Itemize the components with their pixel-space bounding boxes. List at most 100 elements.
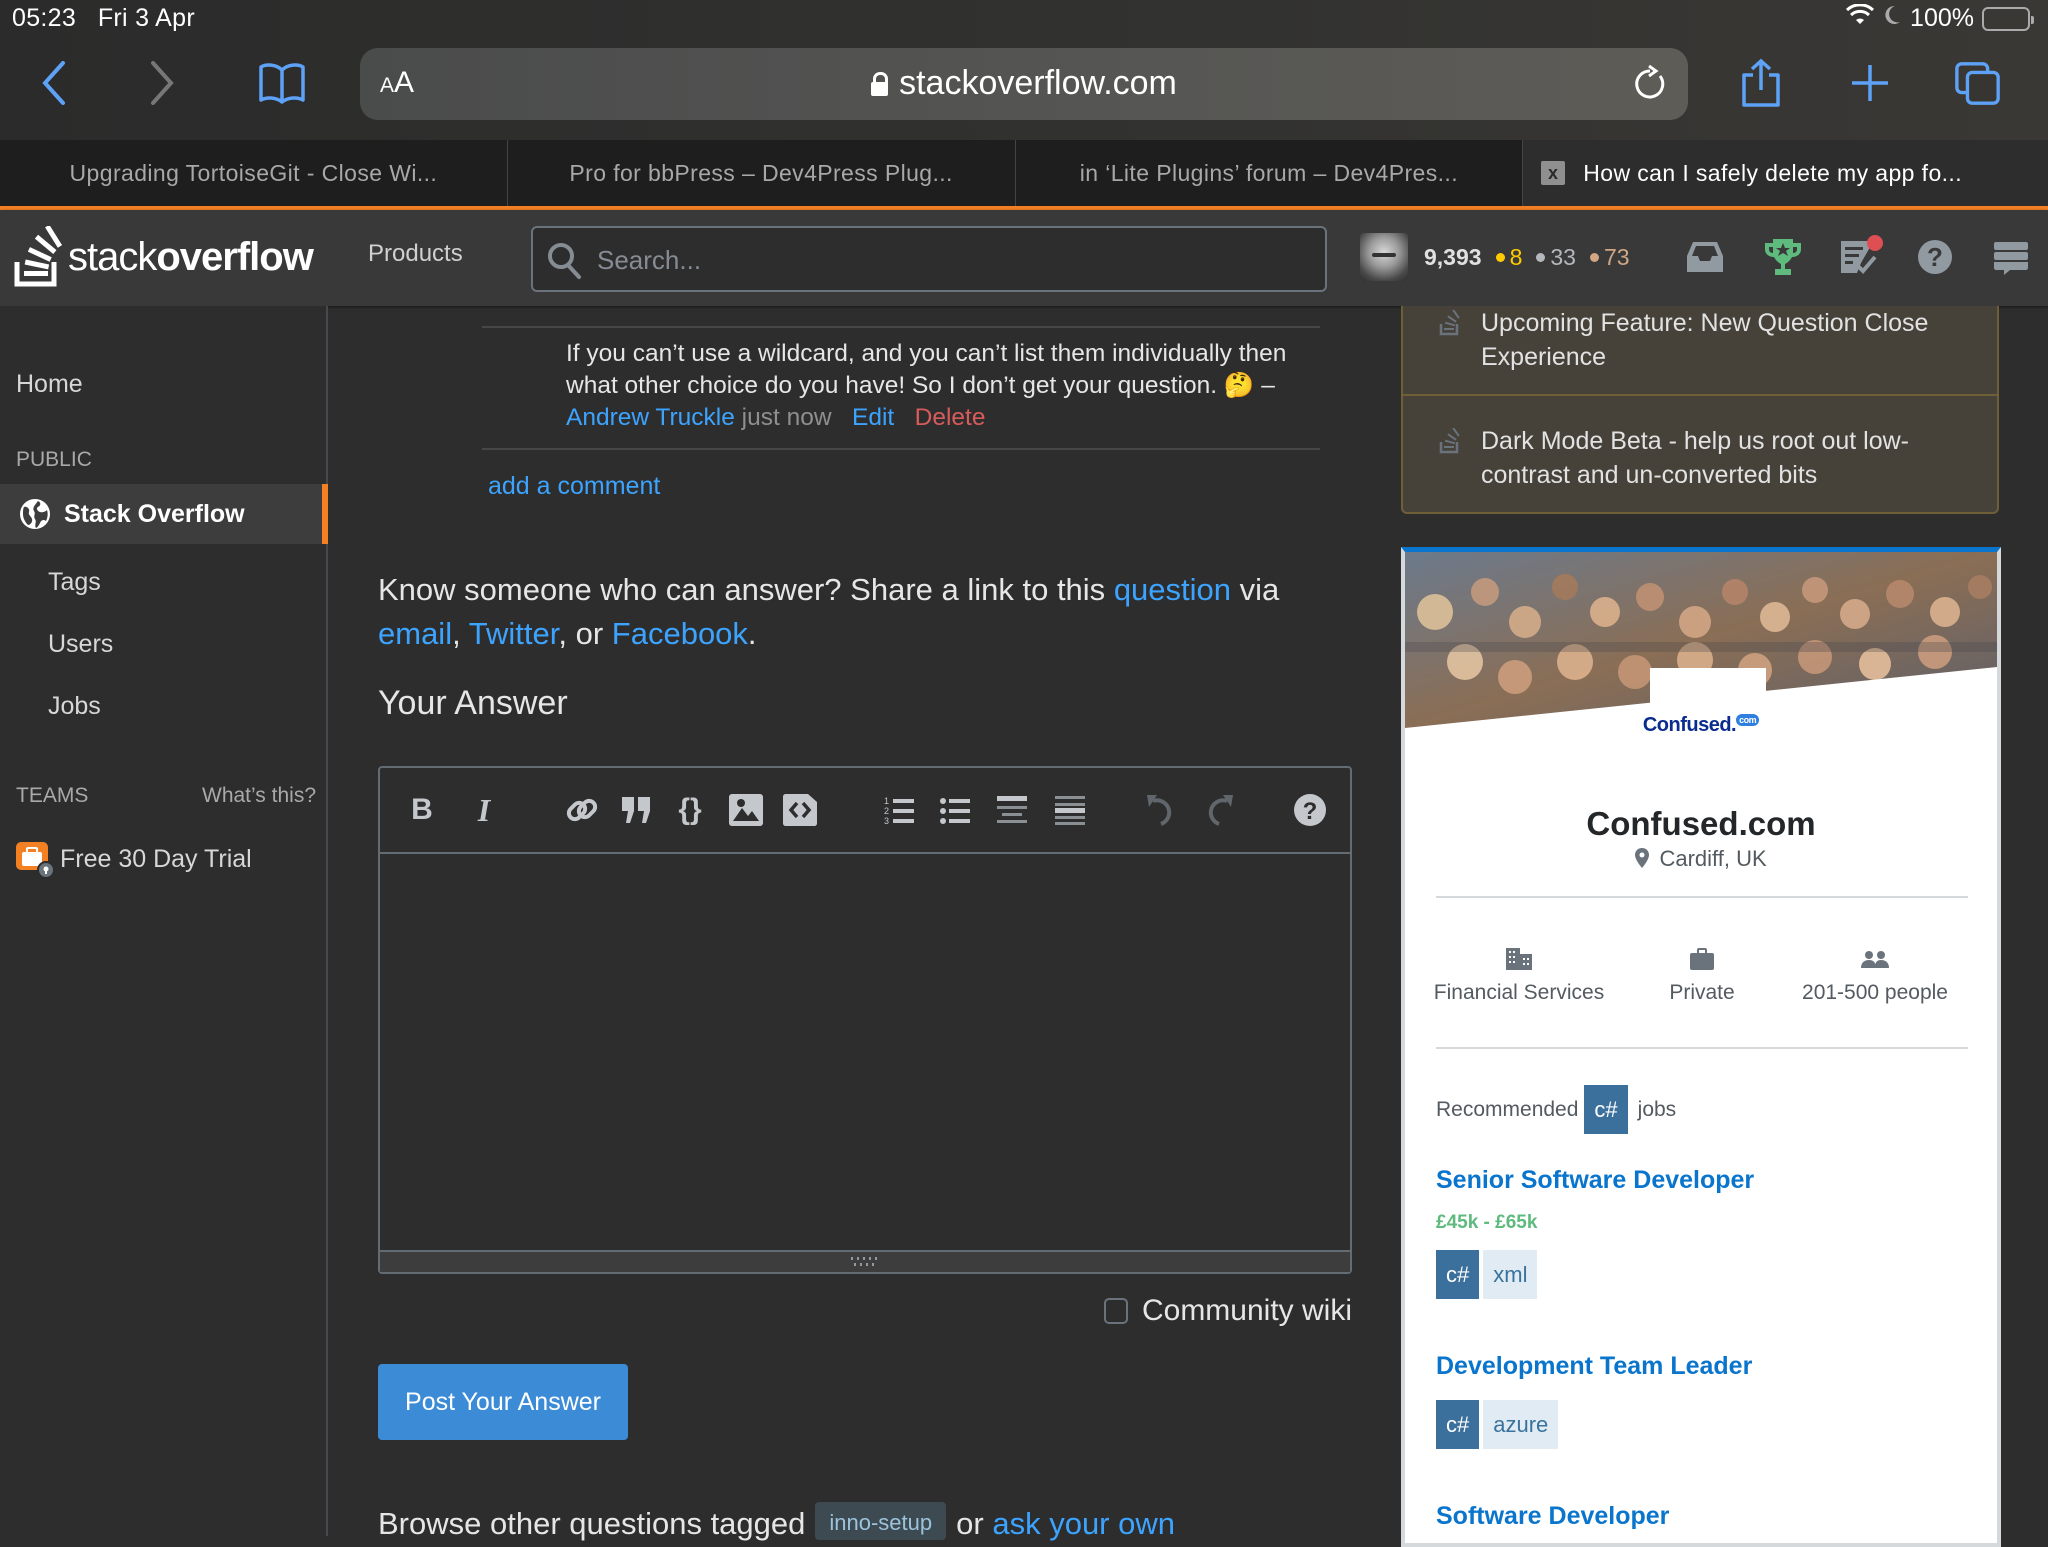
share-question-link[interactable]: question — [1114, 572, 1231, 607]
heading-button[interactable] — [992, 790, 1032, 830]
globe-icon — [20, 499, 50, 529]
tab[interactable]: in ‘Lite Plugins’ forum – Dev4Pres... — [1015, 140, 1524, 206]
tag-csharp[interactable]: c# — [1436, 1400, 1480, 1449]
link-button[interactable] — [562, 790, 602, 830]
close-tab-icon[interactable]: x — [1541, 161, 1566, 185]
forward-button[interactable] — [138, 58, 186, 108]
avatar[interactable] — [1360, 233, 1408, 281]
tag-csharp[interactable]: c# — [1584, 1085, 1628, 1134]
tag-xml[interactable]: xml — [1483, 1250, 1538, 1299]
job-tags: c# azure — [1436, 1400, 1559, 1449]
sidebar-item-free-trial[interactable]: Free 30 Day Trial — [16, 838, 252, 880]
sidebar-item-home[interactable]: Home — [16, 370, 83, 399]
sidebar-item-label: Stack Overflow — [64, 499, 245, 528]
new-tab-button[interactable] — [1846, 58, 1894, 108]
share-prompt: Know someone who can answer? Share a lin… — [378, 572, 1280, 651]
comment-edit-link[interactable]: Edit — [852, 404, 894, 431]
tag-inno-setup[interactable]: inno-setup — [815, 1502, 947, 1540]
company-fact-size: 201-500 people — [1785, 934, 1965, 1006]
address-bar[interactable]: AA stackoverflow.com — [360, 48, 1688, 120]
comment-author-link[interactable]: Andrew Truckle — [566, 404, 735, 431]
tag-azure[interactable]: azure — [1483, 1400, 1559, 1449]
comment-time: just now — [741, 404, 832, 431]
italic-icon: I — [477, 791, 491, 828]
tag-csharp[interactable]: c# — [1436, 1250, 1480, 1299]
undo-icon — [1147, 795, 1172, 826]
company-divider — [1436, 1047, 1968, 1049]
redo-button[interactable] — [1198, 790, 1238, 830]
company-fact-industry: Financial Services — [1429, 934, 1609, 1006]
checkbox-box[interactable] — [1103, 1298, 1128, 1324]
search-box[interactable] — [531, 226, 1327, 292]
recommended-text: Recommended — [1436, 1097, 1579, 1121]
share-twitter-link[interactable]: Twitter — [469, 616, 559, 651]
ordered-list-button[interactable]: 123 — [880, 790, 920, 830]
svg-text:3: 3 — [884, 816, 889, 825]
comment-delete-link[interactable]: Delete — [915, 404, 986, 431]
site-header: stackoverflow Products 9,393 8 33 73 ? — [0, 210, 2048, 306]
job-title-link[interactable]: Senior Software Developer — [1436, 1166, 1754, 1195]
date: Fri 3 Apr — [97, 4, 195, 32]
sidebar-item-users[interactable]: Users — [48, 630, 113, 659]
job-title-link[interactable]: Software Developer — [1436, 1502, 1669, 1531]
site-logo[interactable]: stackoverflow — [14, 224, 314, 290]
bookmarks-button[interactable] — [258, 58, 306, 108]
inbox-icon[interactable] — [1682, 234, 1728, 280]
editor-resize-handle[interactable] — [380, 1250, 1350, 1272]
link-icon — [566, 798, 598, 822]
user-card[interactable]: 9,393 8 33 73 — [1360, 232, 1644, 282]
meta-post[interactable]: Upcoming Feature: New Question Close Exp… — [1403, 306, 1997, 374]
tab-active[interactable]: x How can I safely delete my app fo... — [1523, 140, 2048, 206]
undo-button[interactable] — [1142, 790, 1182, 830]
sidebar-item-jobs[interactable]: Jobs — [48, 692, 101, 721]
post-answer-button[interactable]: Post Your Answer — [378, 1364, 628, 1440]
snippet-button[interactable] — [780, 790, 820, 830]
italic-button[interactable]: I — [464, 790, 504, 830]
company-ad: Confused. com Confused.com Cardiff, UK Fi… — [1401, 547, 2001, 1547]
editor-help-button[interactable]: ? — [1290, 790, 1330, 830]
code-button[interactable]: {} — [670, 790, 710, 830]
community-wiki-checkbox[interactable]: Community wiki — [1103, 1294, 1352, 1328]
share-button[interactable] — [1737, 58, 1785, 108]
meta-post[interactable]: Dark Mode Beta - help us root out low-co… — [1403, 424, 1997, 492]
blockquote-button[interactable] — [616, 790, 656, 830]
moon-icon — [1882, 4, 1902, 33]
image-button[interactable] — [726, 790, 766, 830]
whats-this-link[interactable]: What’s this? — [202, 784, 316, 808]
sidebar-item-stack-overflow[interactable]: Stack Overflow — [0, 484, 328, 544]
comment: If you can’t use a wildcard, and you can… — [566, 338, 1326, 434]
job-salary: £45k - £65k — [1436, 1212, 1538, 1233]
url-display[interactable]: stackoverflow.com — [360, 64, 1688, 103]
reputation: 9,393 — [1424, 243, 1482, 270]
status-time: 05:23 Fri 3 Apr — [12, 4, 195, 33]
products-menu[interactable]: Products — [368, 240, 463, 268]
tabs-overview-button[interactable] — [1954, 58, 2002, 108]
svg-text:?: ? — [1927, 242, 1943, 272]
tab[interactable]: Pro for bbPress – Dev4Press Plug... — [507, 140, 1016, 206]
add-comment-link[interactable]: add a comment — [488, 472, 660, 501]
search-input[interactable] — [597, 240, 1297, 280]
achievements-icon[interactable] — [1760, 234, 1806, 280]
review-queue-icon[interactable] — [1838, 234, 1884, 280]
help-icon: ? — [1294, 794, 1326, 826]
site-switcher-icon[interactable] — [1988, 234, 2034, 280]
sidebar-item-tags[interactable]: Tags — [48, 568, 101, 597]
bulleted-list-button[interactable] — [936, 790, 976, 830]
share-email-link[interactable]: email — [378, 616, 452, 651]
share-facebook-link[interactable]: Facebook — [612, 616, 748, 651]
bold-button[interactable]: B — [402, 790, 442, 830]
answer-textarea[interactable] — [380, 854, 1350, 1250]
share-text: Know someone who can answer? Share a lin… — [378, 572, 1106, 607]
help-icon[interactable]: ? — [1912, 234, 1958, 280]
company-name[interactable]: Confused.com — [1405, 805, 1997, 843]
company-logo[interactable]: Confused. com — [1405, 714, 1997, 737]
reload-icon[interactable] — [1630, 64, 1670, 104]
horizontal-rule-button[interactable] — [1050, 790, 1090, 830]
bronze-badges: 73 — [1589, 244, 1630, 271]
recommended-jobs-heading: Recommended c# jobs — [1436, 1085, 1676, 1134]
tab[interactable]: Upgrading TortoiseGit - Close Wi... — [0, 140, 508, 206]
job-title-link[interactable]: Development Team Leader — [1436, 1352, 1752, 1381]
sidebar-heading-teams: TEAMS — [16, 784, 89, 807]
back-button[interactable] — [30, 58, 78, 108]
browser-chrome: 05:23 Fri 3 Apr 100% AA stackoverflow.co… — [0, 0, 2048, 206]
